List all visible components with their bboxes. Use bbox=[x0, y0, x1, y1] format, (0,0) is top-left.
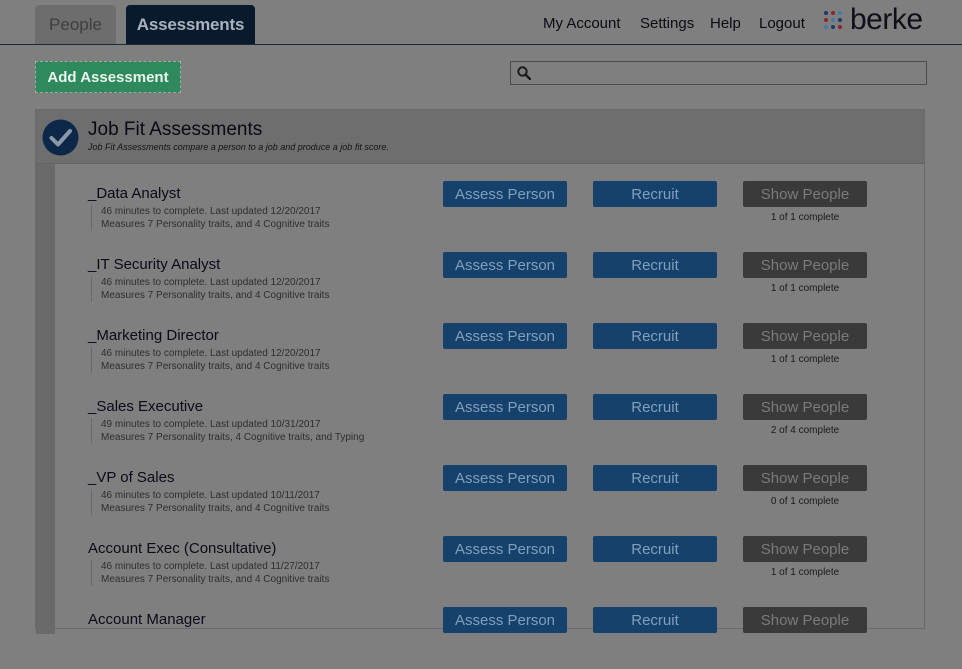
logo-dot bbox=[824, 18, 828, 22]
assessment-duration: 46 minutes to complete. Last updated 10/… bbox=[101, 490, 320, 501]
job-fit-panel: Job Fit Assessments Job Fit Assessments … bbox=[35, 109, 925, 634]
assessment-name[interactable]: _Marketing Director bbox=[88, 327, 219, 344]
logo-dot bbox=[831, 25, 835, 29]
assessment-duration: 46 minutes to complete. Last updated 12/… bbox=[101, 206, 321, 217]
assessment-name[interactable]: _Data Analyst bbox=[88, 185, 181, 202]
assessment-duration: 46 minutes to complete. Last updated 12/… bbox=[101, 277, 321, 288]
recruit-button[interactable]: Recruit bbox=[593, 181, 717, 207]
show-people-button[interactable]: Show People bbox=[743, 536, 867, 562]
assess-person-button[interactable]: Assess Person bbox=[443, 394, 567, 420]
nav-my-account[interactable]: My Account bbox=[543, 15, 621, 32]
assessment-name[interactable]: Account Manager bbox=[88, 611, 206, 628]
assessment-measures: Measures 7 Personality traits, and 4 Cog… bbox=[101, 574, 330, 585]
search-box[interactable] bbox=[510, 61, 927, 86]
list-item: _Data Analyst 46 minutes to complete. Las… bbox=[36, 172, 924, 243]
completion-count: 0 of 1 complete bbox=[770, 496, 840, 507]
top-divider bbox=[0, 44, 962, 45]
show-people-button[interactable]: Show People bbox=[743, 252, 867, 278]
nav-logout[interactable]: Logout bbox=[759, 15, 805, 32]
recruit-button[interactable]: Recruit bbox=[593, 252, 717, 278]
panel-header: Job Fit Assessments Job Fit Assessments … bbox=[36, 110, 924, 164]
search-input[interactable] bbox=[537, 62, 926, 86]
assessment-measures: Measures 7 Personality traits, and 4 Cog… bbox=[101, 503, 330, 514]
assessment-name[interactable]: Account Exec (Consultative) bbox=[88, 540, 276, 557]
logo-dot bbox=[831, 18, 835, 22]
recruit-button[interactable]: Recruit bbox=[593, 323, 717, 349]
assessment-name[interactable]: _VP of Sales bbox=[88, 469, 174, 486]
assessment-measures: Measures 7 Personality traits, and 4 Cog… bbox=[101, 219, 330, 230]
show-people-button[interactable]: Show People bbox=[743, 323, 867, 349]
panel-title: Job Fit Assessments bbox=[88, 119, 263, 140]
logo-dot bbox=[838, 11, 842, 15]
add-assessment-button[interactable]: Add Assessment bbox=[35, 61, 181, 93]
nav-help[interactable]: Help bbox=[710, 15, 741, 32]
assessment-measures: Measures 7 Personality traits, 4 Cogniti… bbox=[101, 432, 365, 443]
recruit-button[interactable]: Recruit bbox=[593, 607, 717, 633]
recruit-button[interactable]: Recruit bbox=[593, 394, 717, 420]
panel-subtitle: Job Fit Assessments compare a person to … bbox=[88, 142, 389, 152]
assessment-measures: Measures 7 Personality traits, and 4 Cog… bbox=[101, 290, 330, 301]
assessment-duration: 46 minutes to complete. Last updated 12/… bbox=[101, 348, 321, 359]
completion-count: 2 of 4 complete bbox=[770, 425, 840, 436]
assess-person-button[interactable]: Assess Person bbox=[443, 181, 567, 207]
show-people-button[interactable]: Show People bbox=[743, 607, 867, 633]
assessment-meta: 46 minutes to complete. Last updated 10/… bbox=[91, 489, 329, 515]
list-item: Account Exec (Consultative) 46 minutes to… bbox=[36, 527, 924, 598]
brand-name: berke bbox=[850, 3, 923, 36]
logo-dot bbox=[838, 25, 842, 29]
list-item: _VP of Sales 46 minutes to complete. Last… bbox=[36, 456, 924, 527]
show-people-button[interactable]: Show People bbox=[743, 394, 867, 420]
assessment-duration: 49 minutes to complete. Last updated 10/… bbox=[101, 419, 321, 430]
show-people-button[interactable]: Show People bbox=[743, 465, 867, 491]
search-icon bbox=[517, 66, 531, 80]
tab-people[interactable]: People bbox=[35, 5, 116, 44]
nav-settings[interactable]: Settings bbox=[640, 15, 694, 32]
list-item: _IT Security Analyst 46 minutes to comple… bbox=[36, 243, 924, 314]
brand-logo[interactable]: berke bbox=[823, 3, 933, 37]
list-item: Account Manager Assess Person Recruit Show … bbox=[36, 598, 924, 669]
logo-dot bbox=[824, 25, 828, 29]
assessment-meta: 46 minutes to complete. Last updated 12/… bbox=[91, 347, 329, 373]
assess-person-button[interactable]: Assess Person bbox=[443, 536, 567, 562]
assess-person-button[interactable]: Assess Person bbox=[443, 607, 567, 633]
list-item: _Marketing Director 46 minutes to complet… bbox=[36, 314, 924, 385]
tab-assessments[interactable]: Assessments bbox=[126, 5, 255, 44]
top-bar: People Assessments My Account Settings H… bbox=[0, 0, 962, 45]
assessment-meta: 46 minutes to complete. Last updated 12/… bbox=[91, 205, 329, 231]
logo-dots-icon bbox=[823, 10, 847, 34]
completion-count: 1 of 1 complete bbox=[770, 283, 840, 294]
completion-count: 1 of 1 complete bbox=[770, 354, 840, 365]
assessment-meta: 49 minutes to complete. Last updated 10/… bbox=[91, 418, 364, 444]
assessment-duration: 46 minutes to complete. Last updated 11/… bbox=[101, 561, 320, 572]
assessment-name[interactable]: _Sales Executive bbox=[88, 398, 203, 415]
assess-person-button[interactable]: Assess Person bbox=[443, 252, 567, 278]
recruit-button[interactable]: Recruit bbox=[593, 465, 717, 491]
assessment-meta: 46 minutes to complete. Last updated 12/… bbox=[91, 276, 329, 302]
list-item: _Sales Executive 49 minutes to complete. … bbox=[36, 385, 924, 456]
logo-dot bbox=[824, 11, 828, 15]
logo-dot bbox=[838, 18, 842, 22]
assessment-meta: 46 minutes to complete. Last updated 11/… bbox=[91, 560, 329, 586]
check-circle-icon bbox=[42, 119, 79, 156]
recruit-button[interactable]: Recruit bbox=[593, 536, 717, 562]
show-people-button[interactable]: Show People bbox=[743, 181, 867, 207]
logo-dot bbox=[831, 11, 835, 15]
completion-count: 1 of 1 complete bbox=[770, 212, 840, 223]
assessment-name[interactable]: _IT Security Analyst bbox=[88, 256, 220, 273]
assess-person-button[interactable]: Assess Person bbox=[443, 465, 567, 491]
assessment-measures: Measures 7 Personality traits, and 4 Cog… bbox=[101, 361, 330, 372]
completion-count: 1 of 1 complete bbox=[770, 567, 840, 578]
assess-person-button[interactable]: Assess Person bbox=[443, 323, 567, 349]
